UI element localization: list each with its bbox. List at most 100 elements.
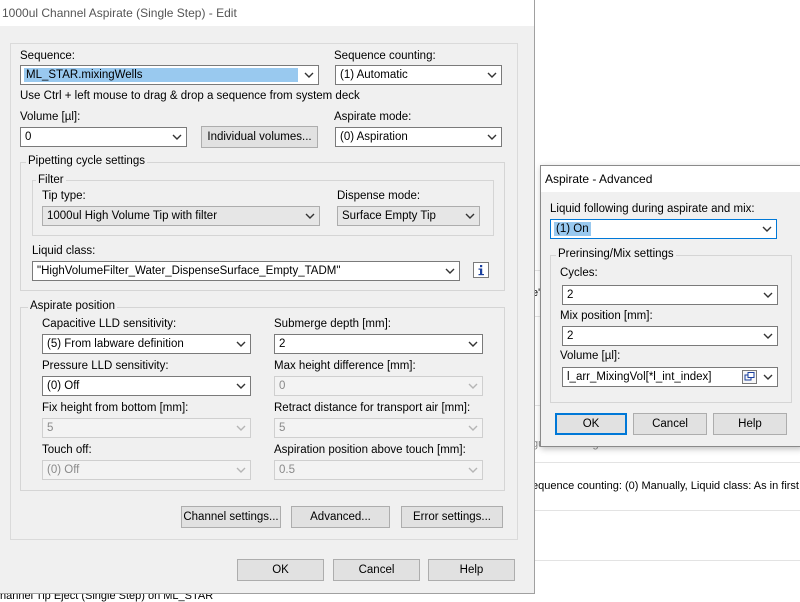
aspirate-mode-label: Aspirate mode: <box>334 111 412 123</box>
aspirate-advanced-dialog: Aspirate - Advanced Liquid following dur… <box>540 165 800 447</box>
dispense-mode-combo[interactable]: Surface Empty Tip <box>337 206 480 226</box>
liquid-following-label: Liquid following during aspirate and mix… <box>550 203 755 215</box>
ok-button[interactable]: OK <box>237 559 324 581</box>
mix-volume-label: Volume [µl]: <box>560 350 621 362</box>
mix-position-combo[interactable]: 2 <box>562 326 778 346</box>
advanced-title: Aspirate - Advanced <box>545 172 653 186</box>
retract-distance-label: Retract distance for transport air [mm]: <box>274 402 471 414</box>
background-text: equence counting: (0) Manually, Liquid c… <box>532 480 800 492</box>
chevron-down-icon <box>467 463 479 477</box>
chevron-down-icon[interactable] <box>171 130 183 144</box>
volume-label: Volume [µl]: <box>20 111 81 123</box>
submerge-depth-value: 2 <box>279 338 286 350</box>
aspirate-mode-value: (0) Aspiration <box>340 131 408 143</box>
submerge-depth-combo[interactable]: 2 <box>274 334 483 354</box>
chevron-down-icon[interactable] <box>464 209 476 223</box>
max-height-diff-label: Max height difference [mm]: <box>274 360 416 372</box>
chevron-down-icon[interactable] <box>304 209 316 223</box>
chevron-down-icon[interactable] <box>486 68 498 82</box>
cancel-button[interactable]: Cancel <box>333 559 420 581</box>
advanced-title-bar: Aspirate - Advanced <box>541 166 800 192</box>
advanced-ok-button[interactable]: OK <box>555 413 627 435</box>
sequence-counting-combo[interactable]: (1) Automatic <box>335 65 502 85</box>
aspiration-above-touch-value: 0.5 <box>279 464 295 476</box>
aspiration-above-touch-combo: 0.5 <box>274 460 483 480</box>
error-settings-button[interactable]: Error settings... <box>401 506 503 528</box>
sequence-counting-label: Sequence counting: <box>334 50 436 62</box>
chevron-down-icon[interactable] <box>762 370 774 384</box>
tip-type-combo[interactable]: 1000ul High Volume Tip with filter <box>42 206 320 226</box>
chevron-down-icon <box>235 463 247 477</box>
submerge-depth-label: Submerge depth [mm]: <box>274 318 391 330</box>
chevron-down-icon[interactable] <box>762 288 774 302</box>
sequence-label: Sequence: <box>20 50 75 62</box>
touch-off-combo: (0) Off <box>42 460 251 480</box>
help-button[interactable]: Help <box>428 559 515 581</box>
chevron-down-icon[interactable] <box>467 337 479 351</box>
tip-type-value: 1000ul High Volume Tip with filter <box>47 210 218 222</box>
aspirate-edit-window: 1000ul Channel Aspirate (Single Step) - … <box>0 0 535 594</box>
liquid-following-value: (1) On <box>554 222 591 236</box>
liquid-class-combo[interactable]: "HighVolumeFilter_Water_DispenseSurface_… <box>32 261 460 281</box>
liquid-following-combo[interactable]: (1) On <box>550 219 777 239</box>
chevron-down-icon <box>467 379 479 393</box>
mix-volume-combo[interactable]: l_arr_MixingVol[*l_int_index] <box>562 367 778 387</box>
chevron-down-icon[interactable] <box>235 379 247 393</box>
info-icon[interactable] <box>473 262 489 278</box>
pressure-lld-combo[interactable]: (0) Off <box>42 376 251 396</box>
advanced-help-button[interactable]: Help <box>713 413 787 435</box>
retract-distance-value: 5 <box>279 422 286 434</box>
channel-settings-button[interactable]: Channel settings... <box>181 506 281 528</box>
mix-position-label: Mix position [mm]: <box>560 310 653 322</box>
filter-title: Filter <box>36 174 66 186</box>
chevron-down-icon[interactable] <box>235 337 247 351</box>
aspirate-mode-combo[interactable]: (0) Aspiration <box>335 127 502 147</box>
fix-height-value: 5 <box>47 422 54 434</box>
cycles-label: Cycles: <box>560 267 598 279</box>
divider <box>535 560 800 561</box>
chevron-down-icon[interactable] <box>762 329 774 343</box>
sequence-combo[interactable]: ML_STAR.mixingWells <box>20 65 319 85</box>
tip-type-label: Tip type: <box>42 190 86 202</box>
individual-volumes-button[interactable]: Individual volumes... <box>201 126 318 148</box>
chevron-down-icon <box>467 421 479 435</box>
sequence-value: ML_STAR.mixingWells <box>24 68 298 82</box>
divider <box>535 462 800 463</box>
prerinsing-mix-title: Prerinsing/Mix settings <box>556 248 676 260</box>
chevron-down-icon[interactable] <box>761 222 773 236</box>
mix-volume-value: l_arr_MixingVol[*l_int_index] <box>567 371 712 383</box>
pressure-lld-value: (0) Off <box>47 380 80 392</box>
drag-drop-hint: Use Ctrl + left mouse to drag & drop a s… <box>20 90 360 102</box>
liquid-class-value: "HighVolumeFilter_Water_DispenseSurface_… <box>37 265 341 277</box>
fix-height-combo: 5 <box>42 418 251 438</box>
cycles-value: 2 <box>567 289 574 301</box>
retract-distance-combo: 5 <box>274 418 483 438</box>
aspirate-position-title: Aspirate position <box>28 300 118 312</box>
divider <box>535 510 800 511</box>
touch-off-label: Touch off: <box>42 444 92 456</box>
pressure-lld-label: Pressure LLD sensitivity: <box>42 360 169 372</box>
title-bar: 1000ul Channel Aspirate (Single Step) - … <box>0 0 534 26</box>
max-height-diff-combo: 0 <box>274 376 483 396</box>
advanced-button[interactable]: Advanced... <box>291 506 390 528</box>
window-title: 1000ul Channel Aspirate (Single Step) - … <box>2 6 237 20</box>
touch-off-value: (0) Off <box>47 464 80 476</box>
variable-picker-icon[interactable] <box>742 370 757 384</box>
sequence-counting-value: (1) Automatic <box>340 69 408 81</box>
capacitive-lld-combo[interactable]: (5) From labware definition <box>42 334 251 354</box>
volume-combo[interactable]: 0 <box>20 127 187 147</box>
chevron-down-icon[interactable] <box>486 130 498 144</box>
capacitive-lld-value: (5) From labware definition <box>47 338 184 350</box>
cycles-combo[interactable]: 2 <box>562 285 778 305</box>
chevron-down-icon[interactable] <box>444 264 456 278</box>
max-height-diff-value: 0 <box>279 380 286 392</box>
volume-value: 0 <box>25 131 32 143</box>
aspiration-above-touch-label: Aspiration position above touch [mm]: <box>274 444 466 456</box>
dispense-mode-value: Surface Empty Tip <box>342 210 436 222</box>
chevron-down-icon <box>235 421 247 435</box>
capacitive-lld-label: Capacitive LLD sensitivity: <box>42 318 177 330</box>
pipetting-cycle-title: Pipetting cycle settings <box>26 155 147 167</box>
chevron-down-icon[interactable] <box>303 68 315 82</box>
mix-position-value: 2 <box>567 330 574 342</box>
advanced-cancel-button[interactable]: Cancel <box>633 413 707 435</box>
